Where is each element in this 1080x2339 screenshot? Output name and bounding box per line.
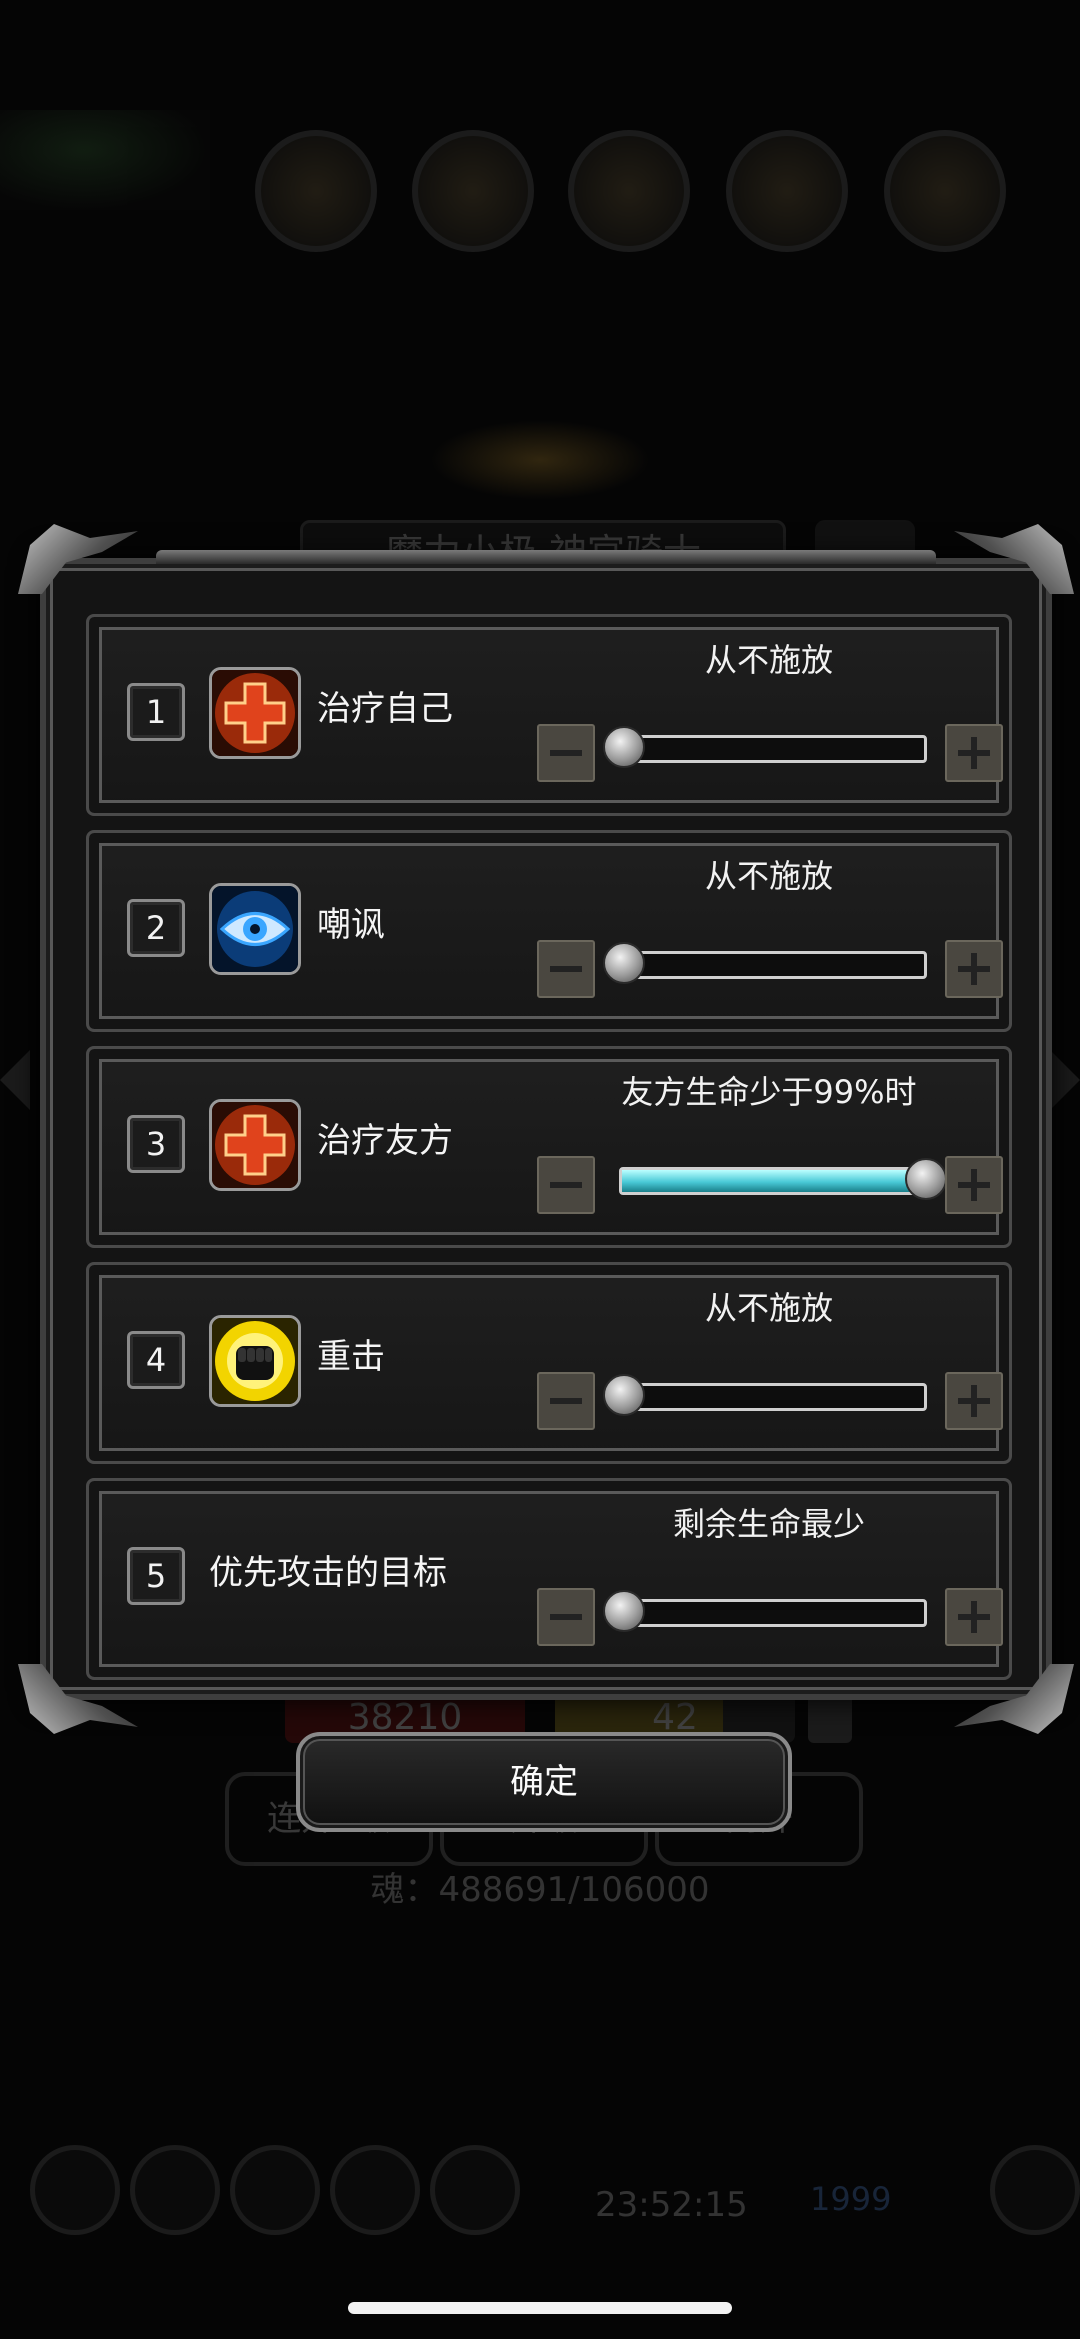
background-top-icons — [0, 130, 1080, 252]
skill-row: 4 重击 从不施放 — [86, 1262, 1012, 1464]
skill-name: 治疗自己 — [317, 689, 453, 729]
confirm-button[interactable]: 确定 — [296, 1732, 792, 1832]
corner-ornament — [18, 524, 138, 594]
cast-condition-slider[interactable] — [603, 1374, 927, 1416]
target-priority-label: 优先攻击的目标 — [209, 1553, 447, 1593]
background-round-icon — [230, 2145, 320, 2235]
skill-name: 重击 — [317, 1337, 385, 1377]
background-round-icon — [990, 2145, 1080, 2235]
skill-number: 5 — [127, 1547, 185, 1605]
skill-row: 3 治疗友方 友方生命少于99%时 — [86, 1046, 1012, 1248]
background-round-icon — [30, 2145, 120, 2235]
decrease-button[interactable] — [537, 724, 595, 782]
target-priority-slider[interactable] — [603, 1590, 927, 1632]
cast-condition-label: 从不施放 — [704, 857, 833, 895]
background-coins: 1999 — [810, 2180, 892, 2218]
background-right-arrow-icon — [1050, 1050, 1080, 1110]
background-plus-button — [808, 1693, 852, 1743]
background-round-icon — [726, 130, 848, 252]
background-bottom-icons — [0, 2145, 1080, 2255]
decrease-button[interactable] — [537, 1156, 595, 1214]
background-clock: 23:52:15 — [595, 2185, 748, 2225]
skill-rows: 1 治疗自己 从不施放 2 嘲讽 从不施放 3 治疗友方 友方生命少于99%时 … — [86, 614, 1012, 1694]
cast-condition-slider[interactable] — [619, 1158, 947, 1200]
decrease-button[interactable] — [537, 1588, 595, 1646]
background-round-icon — [130, 2145, 220, 2235]
dialog-top-edge — [156, 550, 936, 564]
skill-settings-dialog: 1 治疗自己 从不施放 2 嘲讽 从不施放 3 治疗友方 友方生命少于99%时 … — [40, 550, 1052, 1700]
skill-name: 治疗友方 — [317, 1121, 453, 1161]
slider-fill — [622, 1170, 924, 1192]
target-priority-setting: 剩余生命最少 — [672, 1505, 865, 1543]
skill-number: 1 — [127, 683, 185, 741]
background-round-icon — [255, 130, 377, 252]
skill-number: 2 — [127, 899, 185, 957]
decrease-button[interactable] — [537, 1372, 595, 1430]
slider-knob[interactable] — [603, 1590, 645, 1632]
background-round-icon — [884, 130, 1006, 252]
cast-condition-label: 从不施放 — [704, 1289, 833, 1327]
cast-condition-label: 友方生命少于99%时 — [621, 1073, 917, 1111]
increase-button[interactable] — [945, 1372, 1003, 1430]
background-left-arrow-icon — [0, 1050, 30, 1110]
cast-condition-slider[interactable] — [603, 942, 927, 984]
background-soul-counter: 魂：488691/106000 — [370, 1870, 710, 1910]
cast-condition-slider[interactable] — [603, 726, 927, 768]
heal-cross-icon — [209, 667, 301, 759]
corner-ornament — [954, 524, 1074, 594]
skill-number: 4 — [127, 1331, 185, 1389]
eye-icon — [209, 883, 301, 975]
increase-button[interactable] — [945, 724, 1003, 782]
background-round-icon — [330, 2145, 420, 2235]
slider-knob[interactable] — [905, 1158, 947, 1200]
heal-cross-icon — [209, 1099, 301, 1191]
background-round-icon — [412, 130, 534, 252]
slider-knob[interactable] — [603, 726, 645, 768]
increase-button[interactable] — [945, 1156, 1003, 1214]
increase-button[interactable] — [945, 940, 1003, 998]
skill-row: 2 嘲讽 从不施放 — [86, 830, 1012, 1032]
background-emblem — [430, 420, 650, 500]
target-priority-row: 5 优先攻击的目标 剩余生命最少 — [86, 1478, 1012, 1680]
background-round-icon — [430, 2145, 520, 2235]
skill-name: 嘲讽 — [317, 905, 385, 945]
increase-button[interactable] — [945, 1588, 1003, 1646]
slider-knob[interactable] — [603, 942, 645, 984]
background-round-icon — [568, 130, 690, 252]
fist-icon — [209, 1315, 301, 1407]
cast-condition-label: 从不施放 — [704, 641, 833, 679]
decrease-button[interactable] — [537, 940, 595, 998]
skill-row: 1 治疗自己 从不施放 — [86, 614, 1012, 816]
slider-knob[interactable] — [603, 1374, 645, 1416]
skill-number: 3 — [127, 1115, 185, 1173]
home-indicator[interactable] — [348, 2302, 732, 2314]
